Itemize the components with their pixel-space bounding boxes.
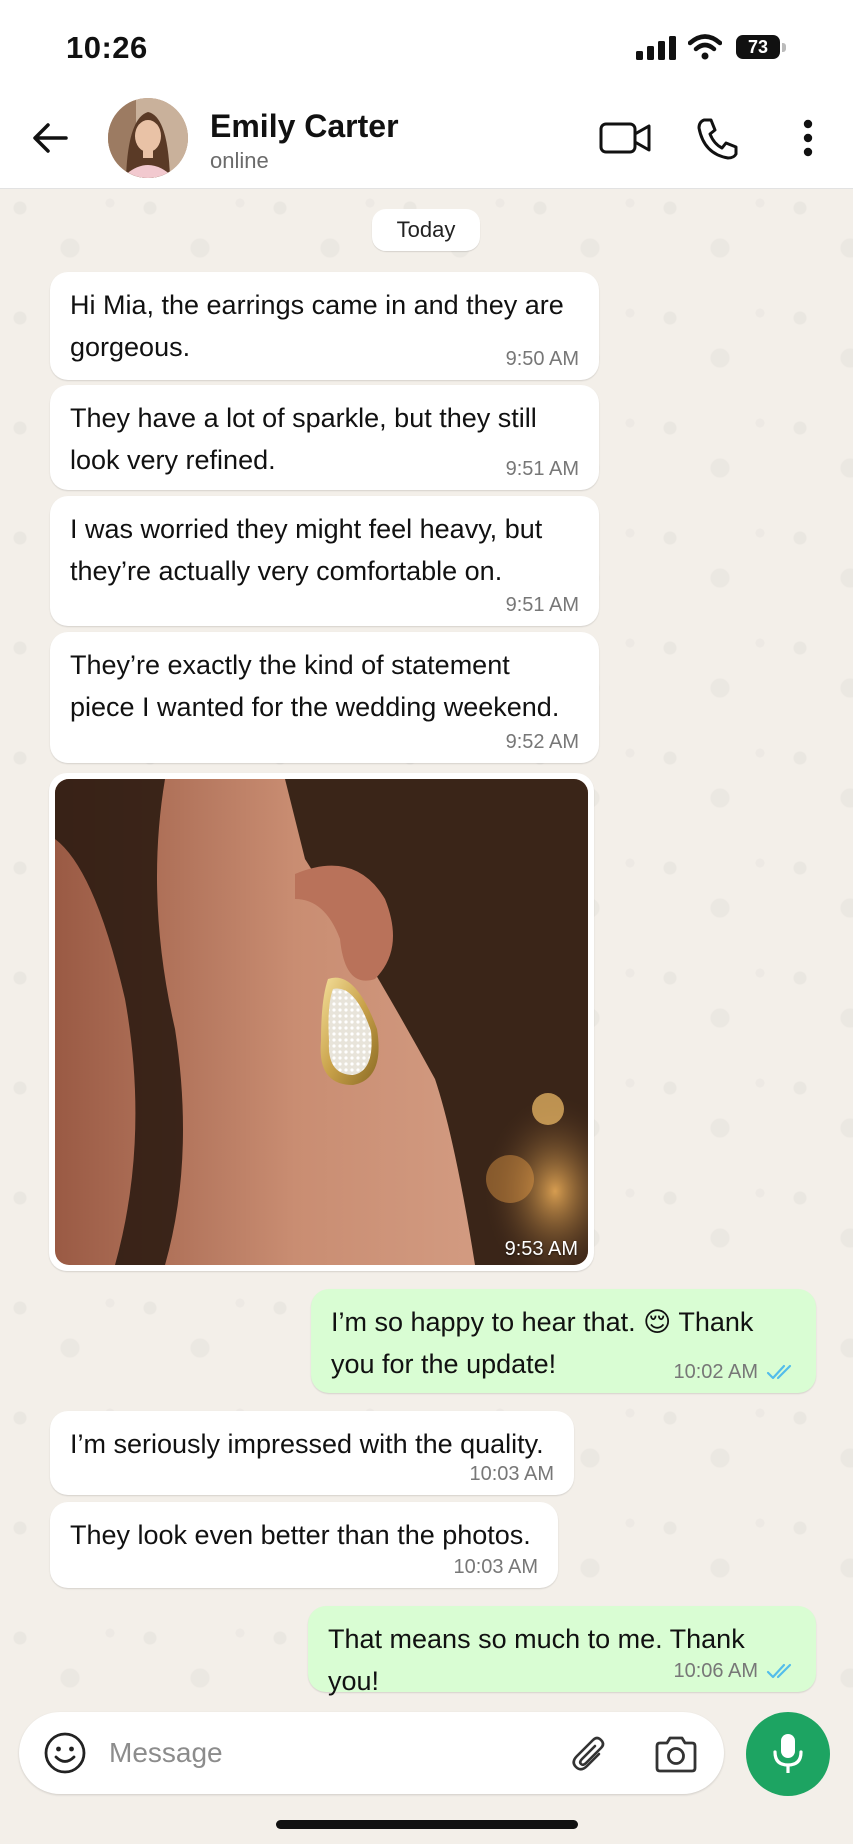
message-bubble-outgoing[interactable]: I’m so happy to hear that. 😌 Thank you f… (311, 1289, 816, 1393)
message-bubble-incoming[interactable]: I was worried they might feel heavy, but… (50, 496, 599, 626)
message-text: I was worried they might feel heavy, but… (70, 514, 543, 586)
contact-avatar[interactable] (108, 98, 188, 178)
contact-name[interactable]: Emily Carter (210, 108, 399, 145)
message-composer (0, 1698, 853, 1844)
read-receipt-icon (766, 1364, 792, 1380)
wifi-icon (688, 34, 722, 60)
status-time: 10:26 (66, 30, 148, 65)
emoji-icon[interactable] (43, 1731, 87, 1775)
back-arrow-icon[interactable] (26, 114, 74, 162)
message-time: 10:06 AM (673, 1660, 758, 1682)
photo-message-bubble[interactable]: 9:53 AM (49, 773, 594, 1271)
battery-icon: 73 (736, 35, 786, 61)
message-time: 10:03 AM (469, 1463, 554, 1485)
cellular-signal-icon (636, 36, 676, 60)
message-time: 10:02 AM (673, 1361, 758, 1383)
message-time: 10:03 AM (453, 1556, 538, 1578)
message-time: 9:51 AM (505, 594, 579, 616)
message-bubble-outgoing[interactable]: That means so much to me. Thank you! 10:… (308, 1606, 816, 1696)
message-time: 9:53 AM (504, 1238, 578, 1260)
message-time: 9:50 AM (505, 348, 579, 370)
phone-icon[interactable] (690, 112, 746, 164)
message-text: They have a lot of sparkle, but they sti… (70, 403, 537, 475)
contact-status: online (210, 148, 269, 173)
battery-level: 73 (747, 37, 769, 57)
message-bubble-incoming[interactable]: They have a lot of sparkle, but they sti… (50, 385, 599, 490)
read-receipt-icon (766, 1663, 792, 1679)
earring-photo[interactable] (55, 779, 588, 1265)
message-text: They’re exactly the kind of statement pi… (70, 650, 560, 722)
message-text: They look even better than the photos. (70, 1520, 531, 1550)
chat-header: Emily Carter online (0, 90, 853, 189)
camera-icon[interactable] (653, 1732, 699, 1776)
message-bubble-incoming[interactable]: They look even better than the photos. 1… (50, 1502, 558, 1588)
video-call-icon[interactable] (598, 112, 654, 164)
message-time: 9:51 AM (505, 458, 579, 480)
home-indicator (276, 1820, 578, 1829)
message-bubble-incoming[interactable]: Hi Mia, the earrings came in and they ar… (50, 272, 599, 380)
voice-message-button[interactable] (746, 1712, 830, 1796)
message-bubble-incoming[interactable]: I’m seriously impressed with the quality… (50, 1411, 574, 1495)
date-separator: Today (372, 209, 480, 251)
message-input-container[interactable] (19, 1712, 724, 1794)
attachment-paperclip-icon[interactable] (569, 1732, 613, 1776)
more-options-icon[interactable] (780, 112, 836, 164)
message-time: 9:52 AM (505, 731, 579, 753)
microphone-icon (773, 1734, 803, 1773)
message-text: I’m seriously impressed with the quality… (70, 1429, 544, 1459)
message-bubble-incoming[interactable]: They’re exactly the kind of statement pi… (50, 632, 599, 763)
message-text: Hi Mia, the earrings came in and they ar… (70, 290, 564, 362)
message-input[interactable] (109, 1730, 549, 1776)
status-bar: 10:26 73 (0, 0, 853, 90)
